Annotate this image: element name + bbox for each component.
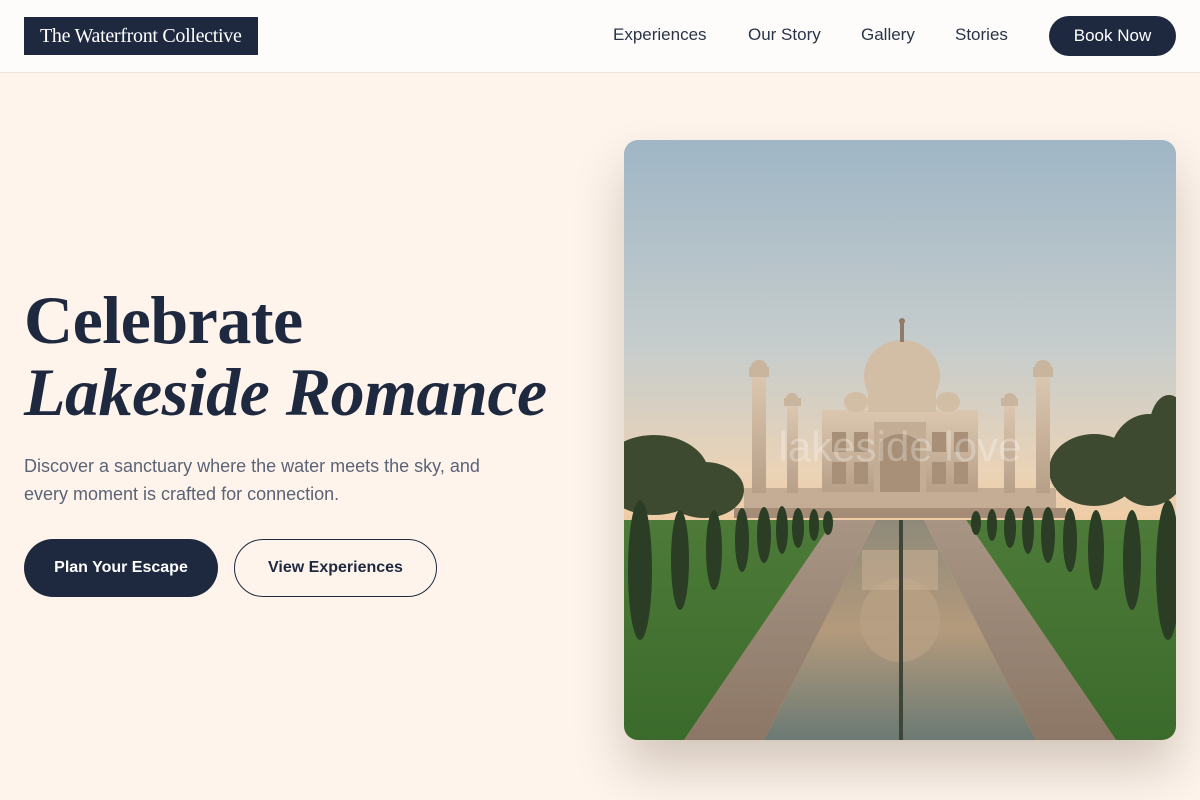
hero-subtitle: Discover a sanctuary where the water mee… <box>24 456 480 504</box>
plan-escape-button[interactable]: Plan Your Escape <box>24 539 218 597</box>
hero-image: lakeside love <box>624 140 1176 740</box>
site-logo[interactable]: The Waterfront Collective <box>24 17 258 55</box>
nav-link-experiences[interactable]: Experiences <box>613 24 707 46</box>
nav-link-gallery[interactable]: Gallery <box>861 24 915 46</box>
image-watermark: lakeside love <box>778 423 1022 470</box>
hero-title-line1: Celebrate <box>24 282 303 358</box>
view-experiences-button[interactable]: View Experiences <box>234 539 437 597</box>
hero-title-line2: Lakeside Romance <box>24 354 547 430</box>
book-now-button[interactable]: Book Now <box>1049 16 1176 56</box>
nav-link-stories[interactable]: Stories <box>955 24 1008 46</box>
nav-link-our-story[interactable]: Our Story <box>748 24 821 46</box>
site-header: The Waterfront Collective Experiences Ou… <box>0 0 1200 73</box>
